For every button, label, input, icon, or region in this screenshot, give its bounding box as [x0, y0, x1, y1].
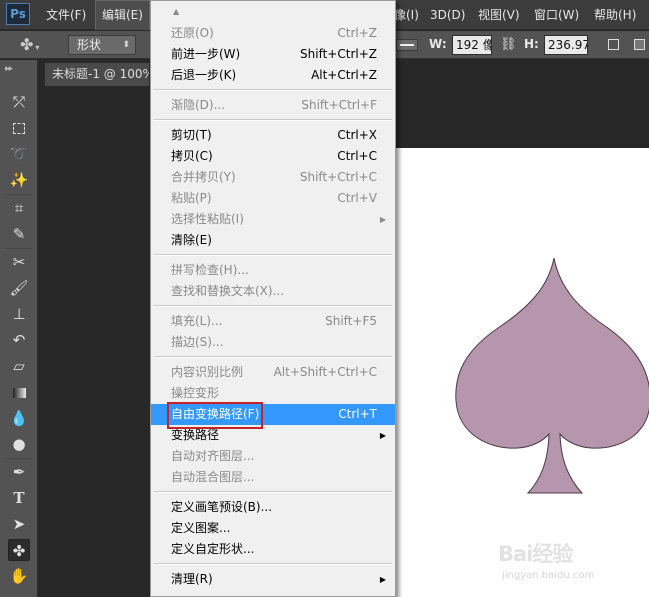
submenu-arrow-icon: ▶ — [379, 215, 386, 224]
history-brush-icon[interactable]: ↶ — [8, 329, 30, 351]
spade-path — [455, 258, 649, 494]
eraser-icon[interactable]: ▱ — [8, 355, 30, 377]
baidu-jingyan-watermark: Bai经验 jingyan.baidu.com — [498, 538, 648, 593]
healing-brush-icon[interactable]: ✂ — [8, 251, 30, 273]
pen-icon[interactable]: ✒ — [8, 461, 30, 483]
menu-item-paste-special[interactable]: 选择性粘贴(I) ▶ — [151, 209, 395, 230]
menu-item-paste[interactable]: 粘贴(P) Ctrl+V — [151, 188, 395, 209]
menu-separator — [154, 119, 392, 121]
chevron-updown-icon: ⬍ — [122, 40, 130, 50]
watermark-brand: Bai经验 — [498, 542, 573, 566]
menu-separator — [154, 563, 392, 565]
submenu-arrow-icon: ▶ — [379, 575, 386, 584]
menu-item-auto-blend-layers[interactable]: 自动混合图层... — [151, 467, 395, 488]
submenu-arrow-icon: ▶ — [379, 431, 386, 440]
menu-item-auto-align-layers[interactable]: 自动对齐图层... — [151, 446, 395, 467]
marquee-icon[interactable] — [8, 117, 30, 139]
edit-menu-dropdown: ▲ 还原(O) Ctrl+Z 前进一步(W) Shift+Ctrl+Z 后退一步… — [150, 0, 396, 597]
menu-item-copy[interactable]: 拷贝(C) Ctrl+C — [151, 146, 395, 167]
menu-item-fill[interactable]: 填充(L)... Shift+F5 — [151, 311, 395, 332]
height-label: H: — [524, 37, 539, 51]
tool-divider — [6, 458, 32, 459]
spade-shape[interactable] — [448, 258, 649, 500]
menu-item-copy-merged[interactable]: 合并拷贝(Y) Shift+Ctrl+C — [151, 167, 395, 188]
gradient-icon[interactable] — [8, 381, 30, 403]
menu-item-undo[interactable]: 还原(O) Ctrl+Z — [151, 23, 395, 44]
menu-separator — [154, 89, 392, 91]
menu-item-step-forward[interactable]: 前进一步(W) Shift+Ctrl+Z — [151, 44, 395, 65]
brush-icon[interactable]: 🖌 — [8, 277, 30, 299]
document-tab[interactable]: 未标题-1 @ 100% — [44, 62, 150, 86]
menu-item-cut[interactable]: 剪切(T) Ctrl+X — [151, 125, 395, 146]
hand-icon[interactable]: ✋ — [8, 565, 30, 587]
clone-stamp-icon[interactable]: ⊥ — [8, 303, 30, 325]
width-label: W: — [429, 37, 447, 51]
collapse-icon[interactable]: ▸▸ — [5, 64, 13, 74]
menu-item-define-brush-preset[interactable]: 定义画笔预设(B)... — [151, 497, 395, 518]
move-icon[interactable]: ⤱ — [8, 91, 30, 113]
custom-shape-icon[interactable]: ✤ — [8, 539, 30, 561]
eyedropper-icon[interactable]: ✎ — [8, 223, 30, 245]
menu-item-stroke[interactable]: 描边(S)... — [151, 332, 395, 353]
path-alignment-icon[interactable] — [634, 39, 645, 50]
photoshop-logo: Ps — [6, 3, 30, 25]
dodge-icon[interactable]: ● — [8, 433, 30, 455]
link-icon[interactable]: ⛓ — [500, 37, 517, 52]
scroll-up-icon[interactable]: ▲ — [173, 7, 179, 16]
menu-item-step-backward[interactable]: 后退一步(K) Alt+Ctrl+Z — [151, 65, 395, 86]
menu-help[interactable]: 帮助(H) — [588, 0, 642, 30]
menu-separator — [154, 491, 392, 493]
menu-item-define-pattern[interactable]: 定义图案... — [151, 518, 395, 539]
menu-window[interactable]: 窗口(W) — [528, 0, 585, 30]
menu-item-purge[interactable]: 清理(R) ▶ — [151, 569, 395, 590]
watermark-url: jingyan.baidu.com — [502, 570, 595, 581]
tool-divider — [6, 194, 32, 195]
menu-item-clear[interactable]: 清除(E) — [151, 230, 395, 251]
menu-item-content-aware-scale[interactable]: 内容识别比例 Alt+Shift+Ctrl+C — [151, 362, 395, 383]
mode-select[interactable]: 形状 ⬍ — [68, 35, 136, 55]
tools-panel: ▸▸ ⤱ ➰ ✨ ⌗ ✎ ✂ 🖌 ⊥ ↶ ▱ 💧 ● ✒ T ➤ ✤ ✋ — [0, 60, 38, 597]
annotation-highlight-box — [167, 402, 263, 429]
stroke-type-button[interactable] — [396, 39, 418, 51]
path-selection-icon[interactable]: ➤ — [8, 513, 30, 535]
menu-item-find-replace[interactable]: 查找和替换文本(X)... — [151, 281, 395, 302]
path-operations-icon[interactable] — [608, 39, 619, 50]
height-input[interactable]: 236.97 — [544, 35, 588, 55]
crop-icon[interactable]: ⌗ — [8, 197, 30, 219]
menu-item-spell-check[interactable]: 拼写检查(H)... — [151, 260, 395, 281]
tool-divider — [6, 248, 32, 249]
menu-file[interactable]: 文件(F) — [40, 0, 92, 30]
width-input[interactable]: 192 像素 — [452, 35, 492, 55]
custom-shape-preset-icon[interactable]: ✤ ▾ — [20, 35, 54, 55]
lasso-icon[interactable]: ➰ — [8, 143, 30, 165]
type-icon[interactable]: T — [8, 487, 30, 509]
menu-item-fade[interactable]: 渐隐(D)... Shift+Ctrl+F — [151, 95, 395, 116]
menu-view[interactable]: 视图(V) — [472, 0, 526, 30]
blur-icon[interactable]: 💧 — [8, 407, 30, 429]
menu-separator — [154, 254, 392, 256]
menu-item-define-custom-shape[interactable]: 定义自定形状... — [151, 539, 395, 560]
mode-select-value: 形状 — [77, 38, 102, 52]
menu-3d[interactable]: 3D(D) — [424, 0, 471, 30]
menu-item-puppet-warp[interactable]: 操控变形 — [151, 383, 395, 404]
magic-wand-icon[interactable]: ✨ — [8, 169, 30, 191]
menu-separator — [154, 356, 392, 358]
menu-separator — [154, 305, 392, 307]
menu-edit[interactable]: 编辑(E) — [95, 0, 150, 30]
